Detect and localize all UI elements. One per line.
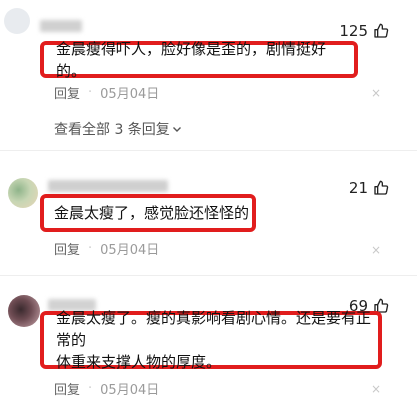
- meta-separator: ·: [88, 381, 93, 396]
- meta-separator: ·: [88, 241, 93, 256]
- avatar[interactable]: [4, 8, 30, 34]
- comment-highlight-box: 金晨太瘦了。瘦的真影响看剧心情。还是要有正常的 体重来支撑人物的厚度。: [40, 309, 382, 371]
- close-icon[interactable]: ×: [371, 243, 381, 257]
- meta-separator: ·: [88, 85, 93, 100]
- view-all-replies-button[interactable]: 查看全部 3 条回复: [54, 119, 182, 139]
- reply-button[interactable]: 回复: [54, 239, 80, 258]
- username-blurred: [48, 180, 168, 192]
- comment-meta: 回复 · 05月04日: [54, 239, 159, 258]
- thumbs-up-icon[interactable]: [373, 23, 389, 39]
- view-all-replies-label: 查看全部 3 条回复: [54, 122, 170, 138]
- comment-item: 69 金晨太瘦了。瘦的真影响看剧心情。还是要有正常的 体重来支撑人物的厚度。 回…: [0, 275, 417, 405]
- thumbs-up-icon[interactable]: [373, 180, 389, 196]
- comment-text-line-2: 体重来支撑人物的厚度。: [56, 353, 222, 371]
- reply-button[interactable]: 回复: [54, 83, 80, 102]
- comment-item: 125 金晨瘦得吓人，脸好像是歪的，剧情挺好的。 回复 · 05月04日 × 查…: [0, 0, 417, 150]
- comment-text-line-1: 金晨太瘦了。瘦的真影响看剧心情。还是要有正常的: [56, 309, 372, 349]
- like-button[interactable]: 21: [349, 179, 389, 197]
- comment-highlight-box: 金晨瘦得吓人，脸好像是歪的，剧情挺好的。: [40, 40, 358, 80]
- comment-text: 金晨瘦得吓人，脸好像是歪的，剧情挺好的。: [56, 39, 327, 80]
- comment-date: 05月04日: [100, 87, 160, 102]
- close-icon[interactable]: ×: [371, 86, 381, 100]
- comment-text: 金晨太瘦了，感觉脸还怪怪的: [54, 204, 250, 222]
- close-icon[interactable]: ×: [371, 382, 381, 396]
- comment-meta: 回复 · 05月04日: [54, 83, 159, 102]
- username-blurred: [40, 20, 82, 32]
- avatar[interactable]: [8, 178, 38, 208]
- chevron-down-icon: [172, 127, 181, 132]
- avatar[interactable]: [8, 295, 40, 327]
- comment-date: 05月04日: [100, 243, 160, 258]
- like-count: 21: [348, 179, 368, 197]
- comment-date: 05月04日: [100, 383, 160, 398]
- comment-highlight-box: 金晨太瘦了，感觉脸还怪怪的: [40, 194, 256, 232]
- comment-item: 21 金晨太瘦了，感觉脸还怪怪的 回复 · 05月04日 ×: [0, 150, 417, 275]
- reply-button[interactable]: 回复: [54, 379, 80, 398]
- comment-meta: 回复 · 05月04日: [54, 379, 159, 398]
